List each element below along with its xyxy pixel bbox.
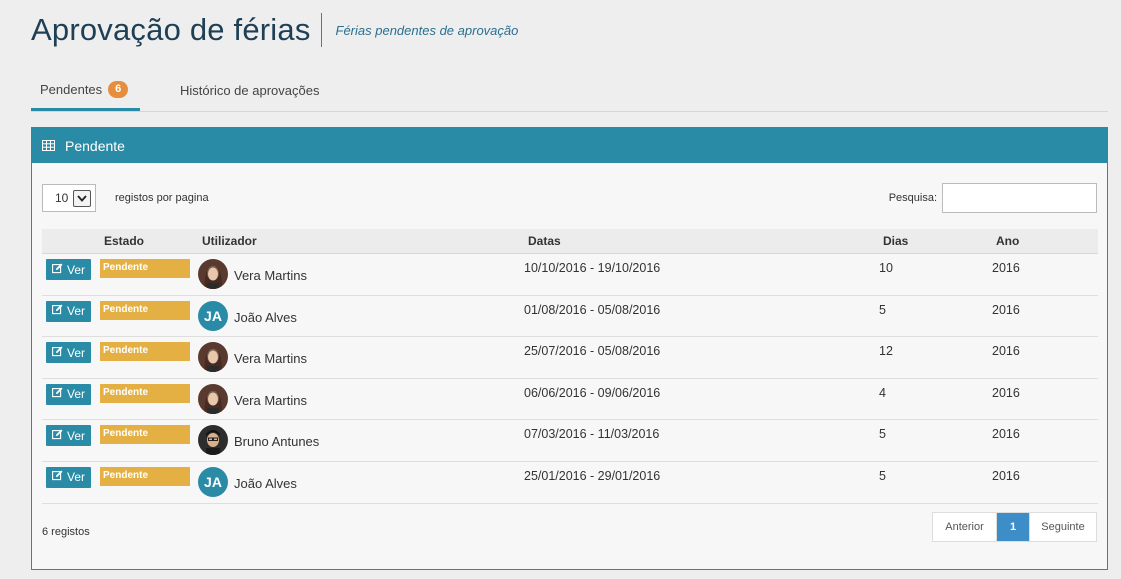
chevron-down-icon — [73, 189, 91, 207]
status-badge: Pendente — [100, 466, 190, 486]
days: 5 — [879, 302, 886, 317]
year: 2016 — [992, 427, 1020, 442]
avatar — [198, 259, 228, 289]
page-title: Aprovação de férias — [31, 12, 311, 47]
page-header: Aprovação de férias Férias pendentes de … — [31, 12, 518, 48]
view-button-label: Ver — [66, 262, 85, 277]
status-badge: Pendente — [100, 425, 190, 445]
title-divider — [320, 13, 322, 47]
column-header-utilizador[interactable]: Utilizador — [202, 234, 257, 248]
tab-pendentes-label: Pendentes — [40, 81, 103, 97]
status-badge: Pendente — [100, 342, 190, 362]
edit-icon — [52, 429, 63, 443]
page-size-value: 10 — [55, 191, 69, 205]
dates: 25/07/2016 - 05/08/2016 — [524, 344, 661, 359]
edit-icon — [52, 263, 63, 277]
column-header-datas[interactable]: Datas — [528, 234, 561, 248]
search-control: Pesquisa: — [889, 183, 1097, 213]
user-name: Vera Martins — [234, 268, 307, 283]
table-row: Ver Pendente Bruno Antunes 07/03/2016 - … — [42, 420, 1098, 462]
record-count: 6 registos — [42, 526, 90, 538]
user-name: João Alves — [234, 475, 297, 491]
view-button[interactable]: Ver — [46, 342, 91, 364]
year: 2016 — [992, 385, 1020, 400]
per-page-label: registos por pagina — [115, 192, 209, 204]
days: 12 — [879, 344, 893, 359]
avatar: JA — [198, 300, 228, 331]
view-button-label: Ver — [66, 428, 85, 443]
search-input[interactable] — [942, 183, 1097, 213]
view-button[interactable]: Ver — [46, 466, 91, 488]
status-badge: Pendente — [100, 383, 190, 403]
view-button[interactable]: Ver — [46, 425, 91, 447]
table-header: Estado Utilizador Datas Dias Ano — [42, 229, 1098, 254]
next-page-button[interactable]: Seguinte — [1029, 513, 1096, 541]
days: 4 — [879, 385, 886, 400]
pagination: Anterior 1 Seguinte — [932, 512, 1097, 542]
column-header-dias[interactable]: Dias — [883, 234, 908, 248]
status-badge: Pendente — [100, 300, 190, 320]
pending-panel: Pendente 10 registos por pagina Pesquisa… — [31, 127, 1108, 570]
table-grid-icon — [42, 138, 55, 154]
user-name: Vera Martins — [234, 392, 307, 408]
avatar: JA — [198, 466, 228, 497]
view-button[interactable]: Ver — [46, 259, 91, 280]
view-button-label: Ver — [66, 470, 85, 485]
tab-pendentes[interactable]: Pendentes 6 — [31, 70, 140, 111]
view-button[interactable]: Ver — [46, 383, 91, 405]
edit-icon — [52, 304, 63, 318]
edit-icon — [52, 346, 63, 360]
page-1-button[interactable]: 1 — [997, 513, 1029, 541]
year: 2016 — [992, 468, 1020, 483]
column-header-estado[interactable]: Estado — [104, 234, 144, 248]
panel-header: Pendente — [32, 128, 1107, 163]
page-size-control: 10 registos por pagina — [42, 184, 209, 212]
user-name: João Alves — [234, 309, 297, 325]
avatar — [198, 425, 228, 456]
page-subtitle: Férias pendentes de aprovação — [335, 22, 519, 38]
status-badge: Pendente — [100, 259, 190, 278]
dates: 10/10/2016 - 19/10/2016 — [524, 261, 661, 275]
edit-icon — [52, 470, 63, 484]
tab-historico[interactable]: Histórico de aprovações — [180, 70, 319, 111]
avatar — [198, 342, 228, 373]
table-row: Ver Pendente JA João Alves 25/01/2016 - … — [42, 462, 1098, 504]
table-row: Ver Pendente JA João Alves 01/08/2016 - … — [42, 296, 1098, 338]
year: 2016 — [992, 302, 1020, 317]
panel-title: Pendente — [65, 137, 125, 154]
tab-historico-label: Histórico de aprovações — [180, 83, 320, 98]
tab-bar: Pendentes 6 Histórico de aprovações — [31, 70, 1108, 112]
table-row: Ver Pendente Vera Martins 25/07/2016 - 0… — [42, 337, 1098, 379]
dates: 06/06/2016 - 09/06/2016 — [524, 385, 661, 400]
view-button-label: Ver — [66, 387, 85, 402]
days: 10 — [879, 261, 893, 275]
view-button[interactable]: Ver — [46, 300, 91, 322]
dates: 07/03/2016 - 11/03/2016 — [524, 427, 660, 442]
pending-count-badge: 6 — [108, 80, 129, 98]
avatar — [198, 383, 228, 414]
user-name: Vera Martins — [234, 351, 307, 367]
view-button-label: Ver — [66, 345, 85, 360]
previous-page-button[interactable]: Anterior — [933, 513, 997, 541]
dates: 25/01/2016 - 29/01/2016 — [524, 468, 661, 483]
table-row: Ver Pendente Vera Martins 10/10/2016 - 1… — [42, 254, 1098, 296]
page-size-select[interactable]: 10 — [42, 184, 96, 212]
year: 2016 — [992, 261, 1020, 275]
days: 5 — [879, 427, 886, 442]
edit-icon — [52, 387, 63, 401]
view-button-label: Ver — [66, 304, 85, 319]
pending-table: Estado Utilizador Datas Dias Ano Ver Pen… — [42, 229, 1098, 504]
search-label: Pesquisa: — [888, 192, 937, 204]
dates: 01/08/2016 - 05/08/2016 — [524, 302, 661, 317]
year: 2016 — [992, 344, 1020, 359]
days: 5 — [879, 468, 886, 483]
user-name: Bruno Antunes — [234, 434, 320, 450]
column-header-ano[interactable]: Ano — [996, 234, 1019, 248]
table-row: Ver Pendente Vera Martins 06/06/2016 - 0… — [42, 379, 1098, 421]
